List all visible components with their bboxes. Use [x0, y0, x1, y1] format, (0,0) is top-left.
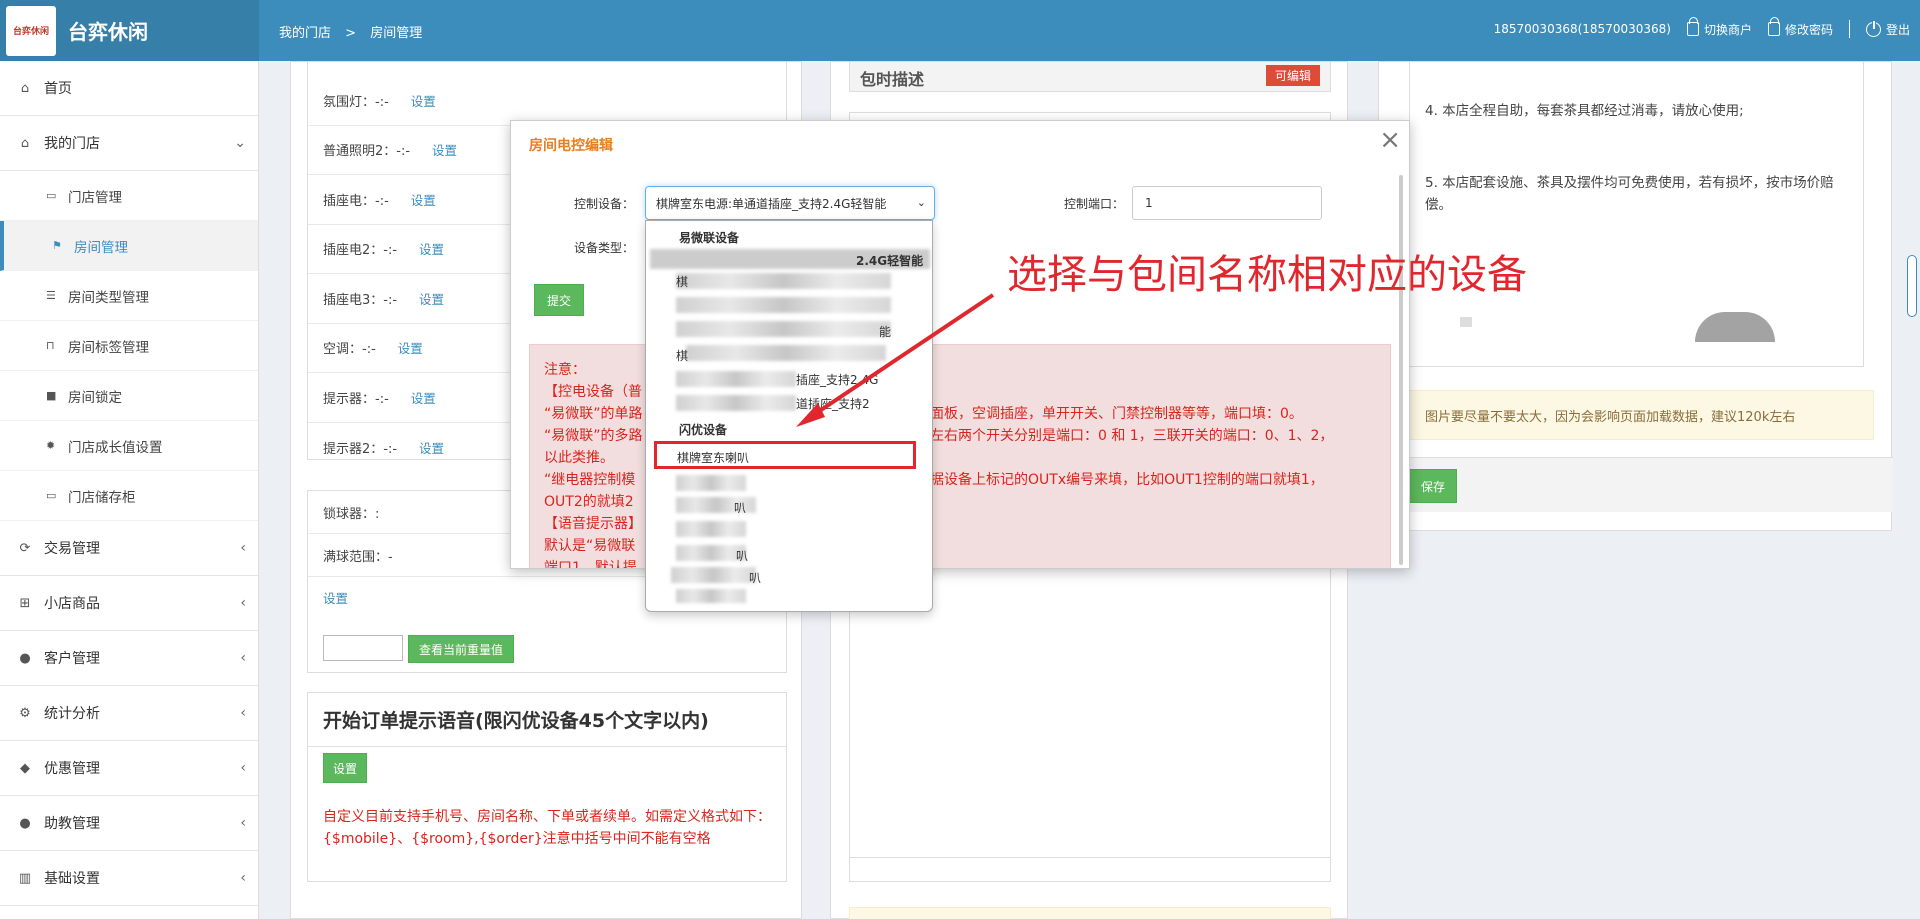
annotation-arrow: [796, 293, 995, 427]
arrow-head: [796, 403, 825, 427]
annotation-text: 选择与包间名称相对应的设备: [1007, 252, 1527, 298]
arrow-line: [804, 293, 995, 422]
